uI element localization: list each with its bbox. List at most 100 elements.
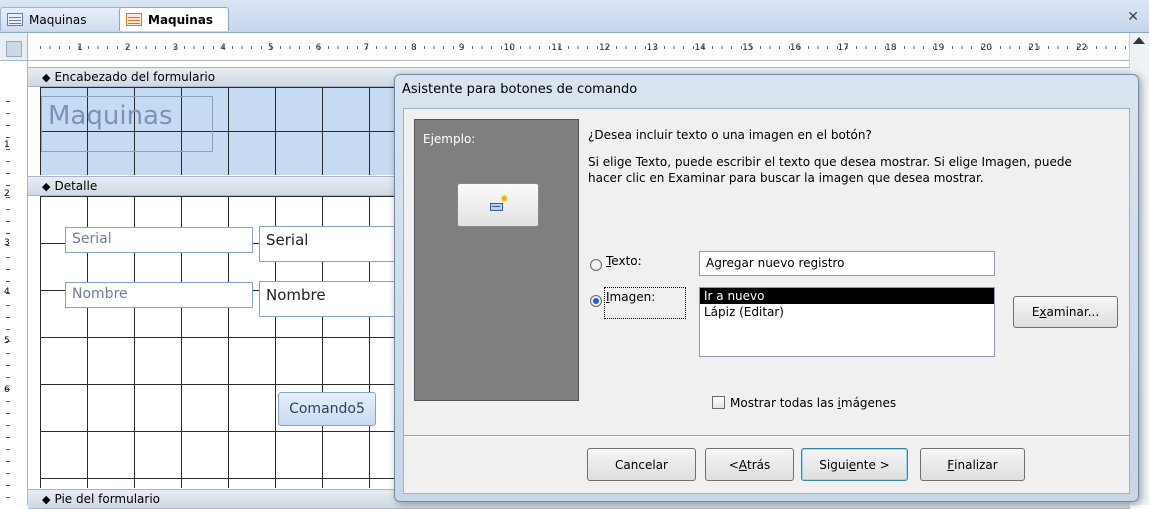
ruler-tick xyxy=(6,113,10,114)
table-icon xyxy=(7,13,23,26)
document-tab-bar: Maquinas Maquinas ✕ xyxy=(0,0,1149,33)
ruler-tick xyxy=(6,341,10,342)
cancel-button[interactable]: Cancelar xyxy=(587,448,696,481)
form-icon xyxy=(126,13,142,26)
command-button-wizard: Asistente para botones de comando Ejempl… xyxy=(394,74,1139,502)
ruler-tick xyxy=(6,233,10,234)
sample-label: Ejemplo: xyxy=(423,132,476,146)
section-arrow-icon: ◆ xyxy=(42,179,51,193)
ruler-tick xyxy=(6,149,10,150)
ruler-number: 19 xyxy=(932,43,945,53)
ruler-number: 18 xyxy=(885,43,897,53)
ruler-tick xyxy=(6,209,10,210)
ruler-number: 10 xyxy=(503,43,516,53)
ruler-tick xyxy=(6,353,10,354)
ruler-number: 17 xyxy=(837,43,849,53)
ruler-tick xyxy=(6,389,10,390)
ruler-number: 6 xyxy=(315,43,322,53)
ruler-number: 9 xyxy=(458,43,465,53)
text-option-label[interactable]: Texto: xyxy=(606,254,642,268)
close-icon[interactable]: ✕ xyxy=(1127,9,1139,25)
ruler-number: 6 xyxy=(4,385,10,395)
ruler-number: 3 xyxy=(172,43,179,53)
serial-label[interactable]: Serial xyxy=(65,227,253,253)
ruler-number: 7 xyxy=(363,43,370,53)
ruler-number: 15 xyxy=(742,43,754,53)
tab-label: Maquinas xyxy=(148,12,214,27)
scroll-up-icon[interactable] xyxy=(1133,37,1145,44)
form-title-label[interactable]: Maquinas xyxy=(41,96,213,152)
tab-maquinas-form[interactable]: Maquinas xyxy=(119,7,229,31)
list-item[interactable]: Lápiz (Editar) xyxy=(700,304,994,320)
ruler-number: 14 xyxy=(694,43,706,53)
dialog-body: Ejemplo: ✸ ¿Desea incluir texto o una im… xyxy=(403,108,1130,494)
ruler-tick xyxy=(6,401,10,402)
ruler-tick xyxy=(6,185,10,186)
serial-field[interactable]: Serial xyxy=(259,226,400,262)
horizontal-ruler: 1 2 3 4 5 6 7 8 9 10 11 12 13 14 15 16 17 18 19 20 21 22 xyxy=(28,33,1130,61)
ruler-tick xyxy=(6,101,10,102)
ruler-tick xyxy=(6,197,10,198)
ruler-ticks xyxy=(40,41,1130,53)
ruler-tick xyxy=(6,161,10,162)
ruler-tick xyxy=(6,485,10,486)
nombre-label[interactable]: Nombre xyxy=(65,282,253,308)
question-text: ¿Desea incluir texto o una imagen en el … xyxy=(588,128,872,142)
new-record-icon: ✸ xyxy=(490,195,508,211)
ruler-tick xyxy=(6,317,10,318)
dialog-title: Asistente para botones de comando xyxy=(402,82,638,97)
ruler-number: 12 xyxy=(598,43,611,53)
back-button[interactable]: < Atrás xyxy=(705,448,794,481)
ruler-tick xyxy=(6,293,10,294)
show-all-images-label[interactable]: Mostrar todas las imágenes xyxy=(730,396,896,410)
ruler-tick xyxy=(6,257,10,258)
comando5-button[interactable]: Comando5 xyxy=(278,392,376,426)
next-button[interactable]: Sigui e nte > xyxy=(801,448,908,481)
image-list[interactable]: Ir a nuevo Lápiz (Editar) xyxy=(699,287,995,357)
text-option-radio[interactable] xyxy=(590,259,602,271)
ruler-tick xyxy=(6,365,10,366)
ruler-number: 13 xyxy=(646,43,659,53)
tab-maquinas-table[interactable]: Maquinas xyxy=(0,7,128,31)
show-all-images-checkbox[interactable] xyxy=(712,396,725,409)
nombre-field[interactable]: Nombre xyxy=(259,281,400,317)
ruler-tick xyxy=(6,281,10,282)
ruler-number: 11 xyxy=(551,43,563,53)
vertical-ruler: 123456 xyxy=(0,61,28,505)
section-arrow-icon: ◆ xyxy=(42,70,51,84)
explanation-text: Si elige Texto, puede escribir el texto … xyxy=(588,155,1072,185)
ruler-number: 22 xyxy=(1075,43,1088,53)
image-option-label[interactable]: Imagen: xyxy=(606,290,655,304)
list-item[interactable]: Ir a nuevo xyxy=(700,288,994,304)
section-label: Encabezado del formulario xyxy=(54,70,216,84)
ruler-tick xyxy=(6,221,10,222)
ruler-tick xyxy=(6,413,10,414)
image-option-radio[interactable] xyxy=(590,295,602,307)
ruler-tick xyxy=(6,173,10,174)
finish-button[interactable]: Finalizar xyxy=(920,448,1025,481)
ruler-number: 20 xyxy=(980,43,993,53)
ruler-number: 1 xyxy=(77,43,83,53)
ruler-tick xyxy=(6,269,10,270)
form-selector[interactable] xyxy=(0,33,28,61)
section-label: Detalle xyxy=(54,179,98,193)
ruler-tick xyxy=(6,497,10,498)
ruler-tick xyxy=(6,377,10,378)
ruler-number: 5 xyxy=(267,43,274,53)
ruler-tick xyxy=(6,137,10,138)
sample-button-preview: ✸ xyxy=(457,183,539,227)
browse-button[interactable]: Ex aminar... xyxy=(1013,296,1118,328)
ruler-tick xyxy=(6,245,10,246)
ruler-tick xyxy=(6,437,10,438)
ruler-number: 8 xyxy=(411,43,417,53)
ruler-number: 3 xyxy=(4,238,10,248)
section-label: Pie del formulario xyxy=(54,492,161,506)
ruler-tick xyxy=(6,449,10,450)
ruler-tick xyxy=(6,473,10,474)
ruler-number: 4 xyxy=(4,287,10,297)
ruler-tick xyxy=(6,425,10,426)
section-arrow-icon: ◆ xyxy=(42,492,51,506)
ruler-number: 16 xyxy=(789,43,802,53)
button-text-input[interactable]: Agregar nuevo registro xyxy=(699,251,995,276)
ruler-tick xyxy=(6,329,10,330)
